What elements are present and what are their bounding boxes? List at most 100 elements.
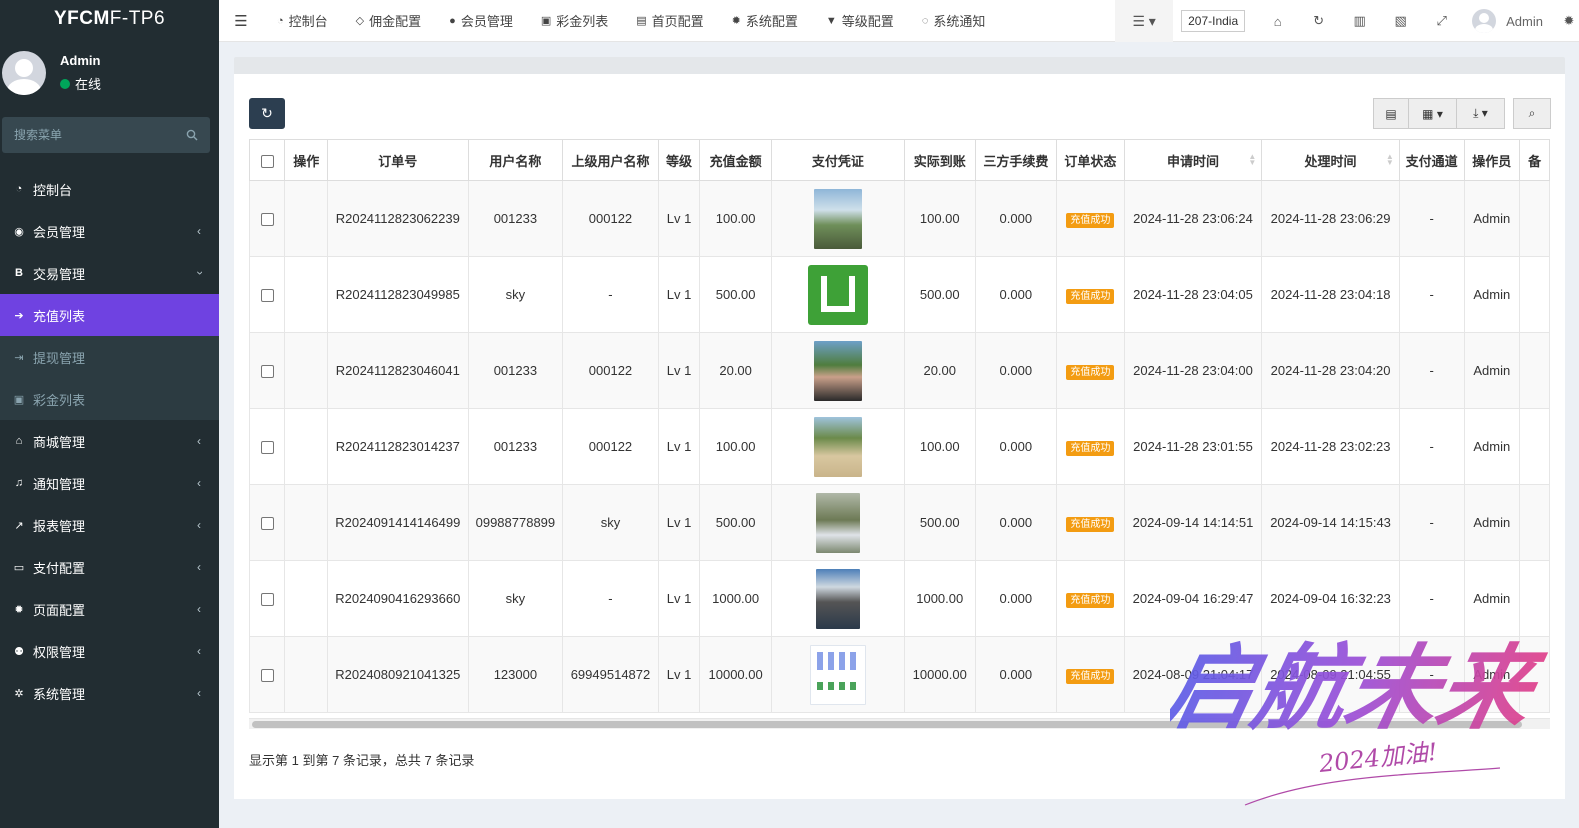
voucher-thumbnail[interactable] — [813, 188, 862, 249]
process-time-cell: 2024-11-28 23:04:18 — [1261, 256, 1400, 333]
nav-dashboard[interactable]: ◔ 控制台 — [263, 0, 342, 42]
voucher-thumbnail[interactable] — [807, 264, 868, 325]
row-checkbox[interactable] — [260, 441, 274, 455]
translate-icon[interactable]: ▧ — [1380, 13, 1421, 29]
user-status-text: 在线 — [75, 77, 102, 92]
nav-bonus[interactable]: ▣ 彩金列表 — [527, 0, 622, 42]
sidebar-item-payment[interactable]: ▭ 支付配置 ‹ — [0, 546, 219, 588]
sidebar-item-label: 彩金列表 — [33, 392, 86, 408]
nav-system-notice[interactable]: ◌ 系统通知 — [908, 0, 1000, 42]
operator-cell: Admin — [1463, 180, 1521, 257]
row-checkbox[interactable] — [260, 517, 274, 531]
user-name-cell: sky — [467, 256, 564, 333]
amount-cell: 20.00 — [699, 332, 772, 409]
sort-icon[interactable]: ▲ ▼ — [1248, 153, 1256, 167]
sidebar-item-reports[interactable]: ↗ 报表管理 ‹ — [0, 504, 219, 546]
sidebar-item-dashboard[interactable]: ◔ 控制台 — [0, 168, 219, 210]
nav-system-config[interactable]: ✹ 系统配置 — [718, 0, 812, 42]
row-checkbox[interactable] — [260, 593, 274, 607]
row-checkbox[interactable] — [260, 669, 274, 683]
nav-label: 会员管理 — [460, 14, 513, 29]
th-process-time[interactable]: 处理时间 ▲ ▼ — [1261, 139, 1400, 181]
actual-cell: 500.00 — [903, 256, 976, 333]
nav-label: 系统通知 — [933, 14, 986, 29]
user-menu[interactable]: Admin — [1462, 9, 1559, 33]
columns-button[interactable]: ▦ ▾ — [1409, 98, 1457, 129]
status-badge: 充值成功 — [1066, 289, 1115, 304]
diamond-icon: ◇ — [355, 15, 365, 27]
nav-label: 佣金配置 — [369, 14, 422, 29]
gift-icon: ▣ — [540, 15, 552, 27]
gears-icon: ✲ — [14, 687, 24, 700]
sidebar-item-mall[interactable]: ⌂ 商城管理 ‹ — [0, 420, 219, 462]
fee-cell: 0.000 — [974, 332, 1058, 409]
sidebar-item-bonus[interactable]: ▣ 彩金列表 — [0, 378, 219, 420]
level-cell: Lv 1 — [657, 332, 701, 409]
row-checkbox[interactable] — [260, 213, 274, 227]
table-row: R2024112823014237 001233 000122 Lv 1 100… — [249, 408, 1550, 485]
refresh-icon[interactable]: ↻ — [1298, 13, 1339, 29]
sidebar-item-permissions[interactable]: ⚉ 权限管理 ‹ — [0, 630, 219, 672]
fullscreen-icon[interactable]: ⤢ — [1421, 13, 1462, 29]
voucher-thumbnail[interactable] — [813, 340, 862, 401]
amount-cell: 500.00 — [699, 256, 772, 333]
search-input[interactable] — [14, 128, 164, 142]
export-icon: ⤓ ▾ — [1473, 106, 1488, 120]
select-all-checkbox[interactable] — [260, 154, 274, 168]
avatar — [1472, 9, 1497, 33]
sort-icon[interactable]: ▲ ▼ — [1386, 153, 1394, 167]
sidebar-item-trade[interactable]: B 交易管理 ‹ — [0, 252, 219, 294]
sidebar-item-withdraw[interactable]: ⇥ 提现管理 — [0, 336, 219, 378]
voucher-thumbnail[interactable] — [813, 416, 862, 477]
channel-cell: - — [1398, 256, 1465, 333]
gear-icon[interactable]: ✹ — [1559, 13, 1579, 29]
operator-cell: Admin — [1463, 332, 1521, 409]
nav-label: 等级配置 — [841, 14, 894, 29]
nav-home-config[interactable]: ▤ 首页配置 — [622, 0, 717, 42]
sidebar: YFCMF-TP6 Admin 在线 ◔ 控制台 ◉ 会员管理 ‹ B 交易管理 ‹ ➔ 充… — [0, 0, 219, 828]
sidebar-item-label: 通知管理 — [33, 476, 86, 492]
nav-level-config[interactable]: ▼ 等级配置 — [812, 0, 908, 42]
voucher-thumbnail[interactable] — [809, 644, 866, 705]
toggle-view-button[interactable]: ▤ — [1373, 98, 1409, 129]
row-checkbox[interactable] — [260, 365, 274, 379]
sidebar-item-label: 报表管理 — [33, 518, 86, 534]
trash-icon[interactable]: ▥ — [1339, 13, 1380, 29]
brand-logo[interactable]: YFCM F-TP6 — [0, 0, 219, 38]
sign-in-icon: ➔ — [14, 309, 24, 322]
list-menu-icon[interactable]: ☰ ▾ — [1115, 0, 1174, 42]
order-number: R2024112823014237 — [326, 408, 469, 485]
sidebar-item-label: 会员管理 — [33, 224, 86, 240]
gift-icon: ▣ — [13, 393, 25, 406]
th-apply-time[interactable]: 申请时间 ▲ ▼ — [1123, 139, 1263, 181]
apply-time-cell: 2024-11-28 23:04:00 — [1123, 332, 1263, 409]
sidebar-item-pages[interactable]: ✹ 页面配置 ‹ — [0, 588, 219, 630]
home-icon[interactable]: ⌂ — [1257, 14, 1298, 29]
th-status: 订单状态 — [1056, 139, 1125, 181]
sidebar-item-recharge-list[interactable]: ➔ 充值列表 — [0, 294, 219, 336]
status-cell: 充值成功 — [1056, 484, 1125, 561]
voucher-thumbnail[interactable] — [815, 492, 860, 553]
sidebar-item-members[interactable]: ◉ 会员管理 ‹ — [0, 210, 219, 252]
sidebar-item-system[interactable]: ✲ 系统管理 ‹ — [0, 672, 219, 714]
status-cell: 充值成功 — [1056, 180, 1125, 257]
nav-commission[interactable]: ◇ 佣金配置 — [342, 0, 435, 42]
online-dot-icon — [60, 78, 70, 89]
sidebar-toggle-icon[interactable]: ☰ — [219, 12, 263, 30]
row-checkbox[interactable] — [260, 289, 274, 303]
parent-user-cell: 000122 — [562, 180, 659, 257]
voucher-thumbnail[interactable] — [815, 568, 860, 629]
search-button[interactable]: ⌕ — [1513, 98, 1551, 129]
voucher-cell — [770, 636, 905, 713]
fee-cell: 0.000 — [974, 484, 1058, 561]
gear-icon: ✹ — [731, 15, 741, 27]
search-icon[interactable] — [186, 129, 198, 141]
nav-members[interactable]: ● 会员管理 — [435, 0, 527, 42]
chevron-left-icon: ‹ — [197, 434, 201, 448]
amount-cell: 10000.00 — [699, 636, 772, 713]
refresh-button[interactable]: ↻ — [249, 98, 285, 129]
sidebar-item-notice[interactable]: ♫ 通知管理 ‹ — [0, 462, 219, 504]
export-button[interactable]: ⤓ ▾ — [1457, 98, 1505, 129]
order-number: R2024090416293660 — [326, 560, 469, 637]
site-select[interactable]: 207-India — [1181, 10, 1246, 32]
